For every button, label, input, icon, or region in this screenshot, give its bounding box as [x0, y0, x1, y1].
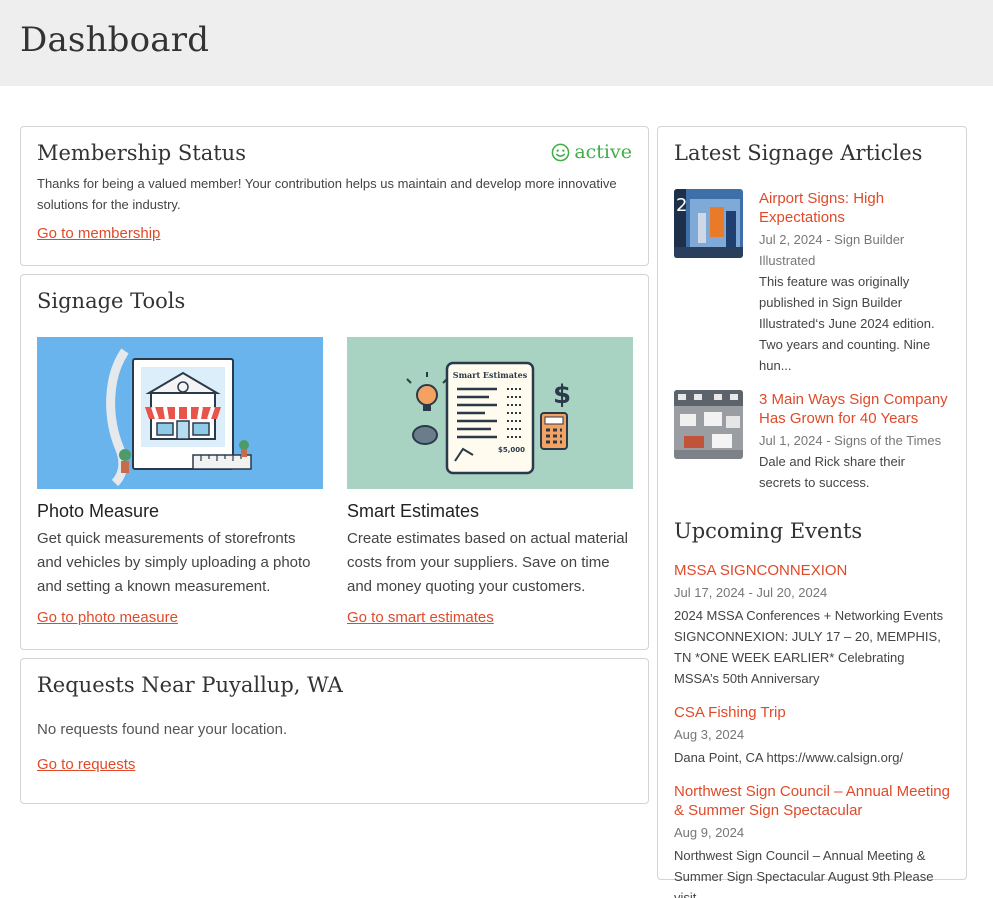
articles-list: 2 Airport Signs: High Expectations Jul 2…: [674, 189, 950, 493]
membership-status-badge: active: [551, 141, 632, 163]
requests-empty-message: No requests found near your location.: [37, 721, 288, 738]
smart-estimates-title: Smart Estimates: [347, 501, 480, 521]
photo-measure-title: Photo Measure: [37, 501, 160, 521]
smiley-icon: [551, 143, 570, 161]
go-to-requests-link[interactable]: Go to requests: [37, 756, 135, 773]
smart-estimates-image-heading: Smart Estimates: [453, 370, 528, 380]
signage-tools-card: Signage Tools Photo Measure Get quick me…: [20, 274, 649, 650]
article-thumbnail-shop[interactable]: [674, 390, 743, 459]
event-date: Jul 17, 2024 - Jul 20, 2024: [674, 585, 828, 600]
article-item: 2 Airport Signs: High Expectations Jul 2…: [674, 189, 950, 376]
smart-estimates-image-amount: $5,000: [498, 446, 525, 454]
membership-title: Membership Status: [37, 141, 246, 165]
photo-measure-illustration[interactable]: [37, 337, 323, 489]
go-to-photo-measure-link[interactable]: Go to photo measure: [37, 609, 178, 626]
event-description: Northwest Sign Council – Annual Meeting …: [674, 848, 934, 898]
article-body: Airport Signs: High Expectations Jul 2, …: [759, 189, 950, 376]
event-item: Northwest Sign Council – Annual Meeting …: [674, 782, 950, 898]
requests-card: Requests Near Puyallup, WA No requests f…: [20, 658, 649, 804]
svg-text:$: $: [553, 380, 571, 410]
article-item: 3 Main Ways Sign Company Has Grown for 4…: [674, 390, 950, 493]
event-description: Dana Point, CA https://www.calsign.org/: [674, 750, 904, 765]
latest-articles-title: Latest Signage Articles: [674, 141, 923, 165]
article-meta: Jul 1, 2024 - Signs of the Times: [759, 433, 942, 448]
requests-title: Requests Near Puyallup, WA: [37, 673, 343, 697]
smart-estimates-description: Create estimates based on actual materia…: [347, 530, 628, 595]
svg-text:2: 2: [676, 195, 687, 216]
events-list: MSSA SIGNCONNEXION Jul 17, 2024 - Jul 20…: [674, 561, 950, 898]
upcoming-events-title: Upcoming Events: [674, 519, 863, 543]
membership-card: Membership Status active Thanks for bein…: [20, 126, 649, 266]
tool-smart-estimates: Smart Estimates $5,000 $ Smart Estimates…: [347, 337, 633, 627]
smart-estimates-illustration[interactable]: Smart Estimates $5,000 $: [347, 337, 633, 489]
article-body: 3 Main Ways Sign Company Has Grown for 4…: [759, 390, 950, 493]
article-title-link[interactable]: 3 Main Ways Sign Company Has Grown for 4…: [759, 390, 950, 428]
signage-tools-title: Signage Tools: [37, 289, 186, 313]
page-title: Dashboard: [20, 20, 210, 60]
article-title-link[interactable]: Airport Signs: High Expectations: [759, 189, 950, 227]
event-title-link[interactable]: MSSA SIGNCONNEXION: [674, 561, 950, 580]
event-date: Aug 3, 2024: [674, 727, 745, 742]
event-date: Aug 9, 2024: [674, 825, 745, 840]
tools-grid: Photo Measure Get quick measurements of …: [37, 337, 633, 627]
article-thumbnail-airport[interactable]: 2: [674, 189, 743, 258]
event-item: MSSA SIGNCONNEXION Jul 17, 2024 - Jul 20…: [674, 561, 950, 689]
event-title-link[interactable]: CSA Fishing Trip: [674, 703, 950, 722]
page-header: Dashboard: [0, 0, 993, 86]
photo-measure-description: Get quick measurements of storefronts an…: [37, 530, 311, 595]
articles-events-card: Latest Signage Articles 2 Airport Signs:…: [657, 126, 967, 898]
membership-description: Thanks for being a valued member! Your c…: [37, 176, 617, 212]
right-column: Latest Signage Articles 2 Airport Signs:…: [657, 126, 967, 898]
membership-status-text: active: [574, 141, 632, 163]
tool-photo-measure: Photo Measure Get quick measurements of …: [37, 337, 323, 627]
event-description: 2024 MSSA Conferences + Networking Event…: [674, 608, 944, 686]
article-snippet: This feature was originally published in…: [759, 274, 935, 373]
go-to-smart-estimates-link[interactable]: Go to smart estimates: [347, 609, 494, 626]
article-snippet: Dale and Rick share their secrets to suc…: [759, 454, 905, 490]
left-column: Membership Status active Thanks for bein…: [20, 126, 649, 804]
event-item: CSA Fishing Trip Aug 3, 2024 Dana Point,…: [674, 703, 950, 768]
go-to-membership-link[interactable]: Go to membership: [37, 225, 160, 242]
event-title-link[interactable]: Northwest Sign Council – Annual Meeting …: [674, 782, 950, 820]
article-meta: Jul 2, 2024 - Sign Builder Illustrated: [759, 232, 905, 268]
